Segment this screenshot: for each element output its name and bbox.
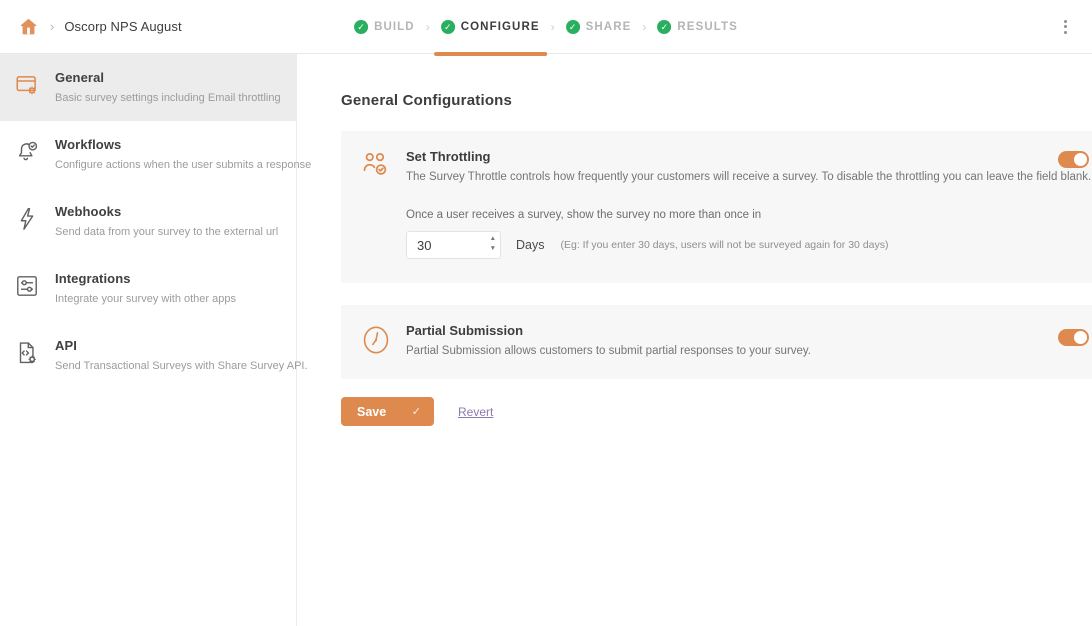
sidebar-item-label: Webhooks: [55, 204, 278, 219]
check-circle-icon: ✓: [354, 20, 368, 34]
set-throttling-card: Set Throttling The Survey Throttle contr…: [341, 131, 1092, 283]
top-bar: › Oscorp NPS August ✓ BUILD › ✓ CONFIGUR…: [0, 0, 1092, 54]
sidebar-item-label: General: [55, 70, 281, 85]
check-circle-icon: ✓: [657, 20, 671, 34]
chevron-right-icon: ›: [638, 20, 650, 34]
page-title: General Configurations: [341, 92, 1092, 109]
main-content: General Configurations Set Throttling Th…: [297, 54, 1092, 626]
partial-desc: Partial Submission allows customers to s…: [406, 345, 811, 357]
partial-title: Partial Submission: [406, 323, 811, 338]
save-button[interactable]: Save ✓: [341, 397, 434, 426]
survey-stepper: ✓ BUILD › ✓ CONFIGURE › ✓ SHARE › ✓ RESU…: [347, 0, 745, 54]
sidebar-item-integrations[interactable]: Integrations Integrate your survey with …: [0, 255, 296, 322]
lightning-icon: [14, 204, 42, 239]
bell-check-icon: [14, 137, 42, 172]
sidebar-item-desc: Send Transactional Surveys with Share Su…: [55, 360, 308, 372]
number-stepper-icon[interactable]: ▲▼: [490, 234, 496, 254]
sidebar-item-desc: Send data from your survey to the extern…: [55, 226, 278, 238]
days-unit-label: Days: [516, 238, 544, 252]
throttle-days-input[interactable]: [406, 231, 501, 259]
throttle-frequency-label: Once a user receives a survey, show the …: [406, 209, 1091, 221]
sidebar-item-label: API: [55, 338, 308, 353]
revert-link[interactable]: Revert: [458, 405, 493, 419]
sidebar-item-general[interactable]: General Basic survey settings including …: [0, 54, 296, 121]
sidebar-item-label: Workflows: [55, 137, 311, 152]
settings-sidebar: General Basic survey settings including …: [0, 54, 297, 626]
partial-submission-card: Partial Submission Partial Submission al…: [341, 305, 1092, 379]
step-configure[interactable]: ✓ CONFIGURE: [434, 0, 547, 54]
throttling-desc: The Survey Throttle controls how frequen…: [406, 171, 1091, 183]
sidebar-item-label: Integrations: [55, 271, 236, 286]
partial-submission-toggle[interactable]: [1058, 329, 1089, 346]
sidebar-item-desc: Configure actions when the user submits …: [55, 159, 311, 171]
breadcrumb: › Oscorp NPS August: [0, 15, 182, 39]
chevron-right-icon: ›: [547, 20, 559, 34]
settings-card-icon: [14, 70, 42, 105]
step-results[interactable]: ✓ RESULTS: [650, 0, 745, 54]
check-circle-icon: ✓: [441, 20, 455, 34]
clock-icon: [361, 323, 391, 361]
throttle-hint: (Eg: If you enter 30 days, users will no…: [560, 239, 888, 251]
check-circle-icon: ✓: [566, 20, 580, 34]
throttling-toggle[interactable]: [1058, 151, 1089, 168]
step-share[interactable]: ✓ SHARE: [559, 0, 639, 54]
survey-title[interactable]: Oscorp NPS August: [64, 19, 181, 34]
sidebar-item-desc: Basic survey settings including Email th…: [55, 92, 281, 104]
chevron-right-icon: ›: [50, 19, 54, 34]
sidebar-item-workflows[interactable]: Workflows Configure actions when the use…: [0, 121, 296, 188]
sidebar-item-webhooks[interactable]: Webhooks Send data from your survey to t…: [0, 188, 296, 255]
code-document-icon: [14, 338, 42, 373]
home-icon[interactable]: [16, 15, 40, 39]
sidebar-item-desc: Integrate your survey with other apps: [55, 293, 236, 305]
check-icon: ✓: [412, 405, 421, 418]
step-build[interactable]: ✓ BUILD: [347, 0, 422, 54]
sidebar-item-api[interactable]: API Send Transactional Surveys with Shar…: [0, 322, 296, 389]
users-check-icon: [361, 149, 391, 185]
more-options-icon[interactable]: [1059, 15, 1072, 39]
chevron-right-icon: ›: [422, 20, 434, 34]
sliders-icon: [14, 271, 42, 306]
throttling-title: Set Throttling: [406, 149, 1091, 164]
